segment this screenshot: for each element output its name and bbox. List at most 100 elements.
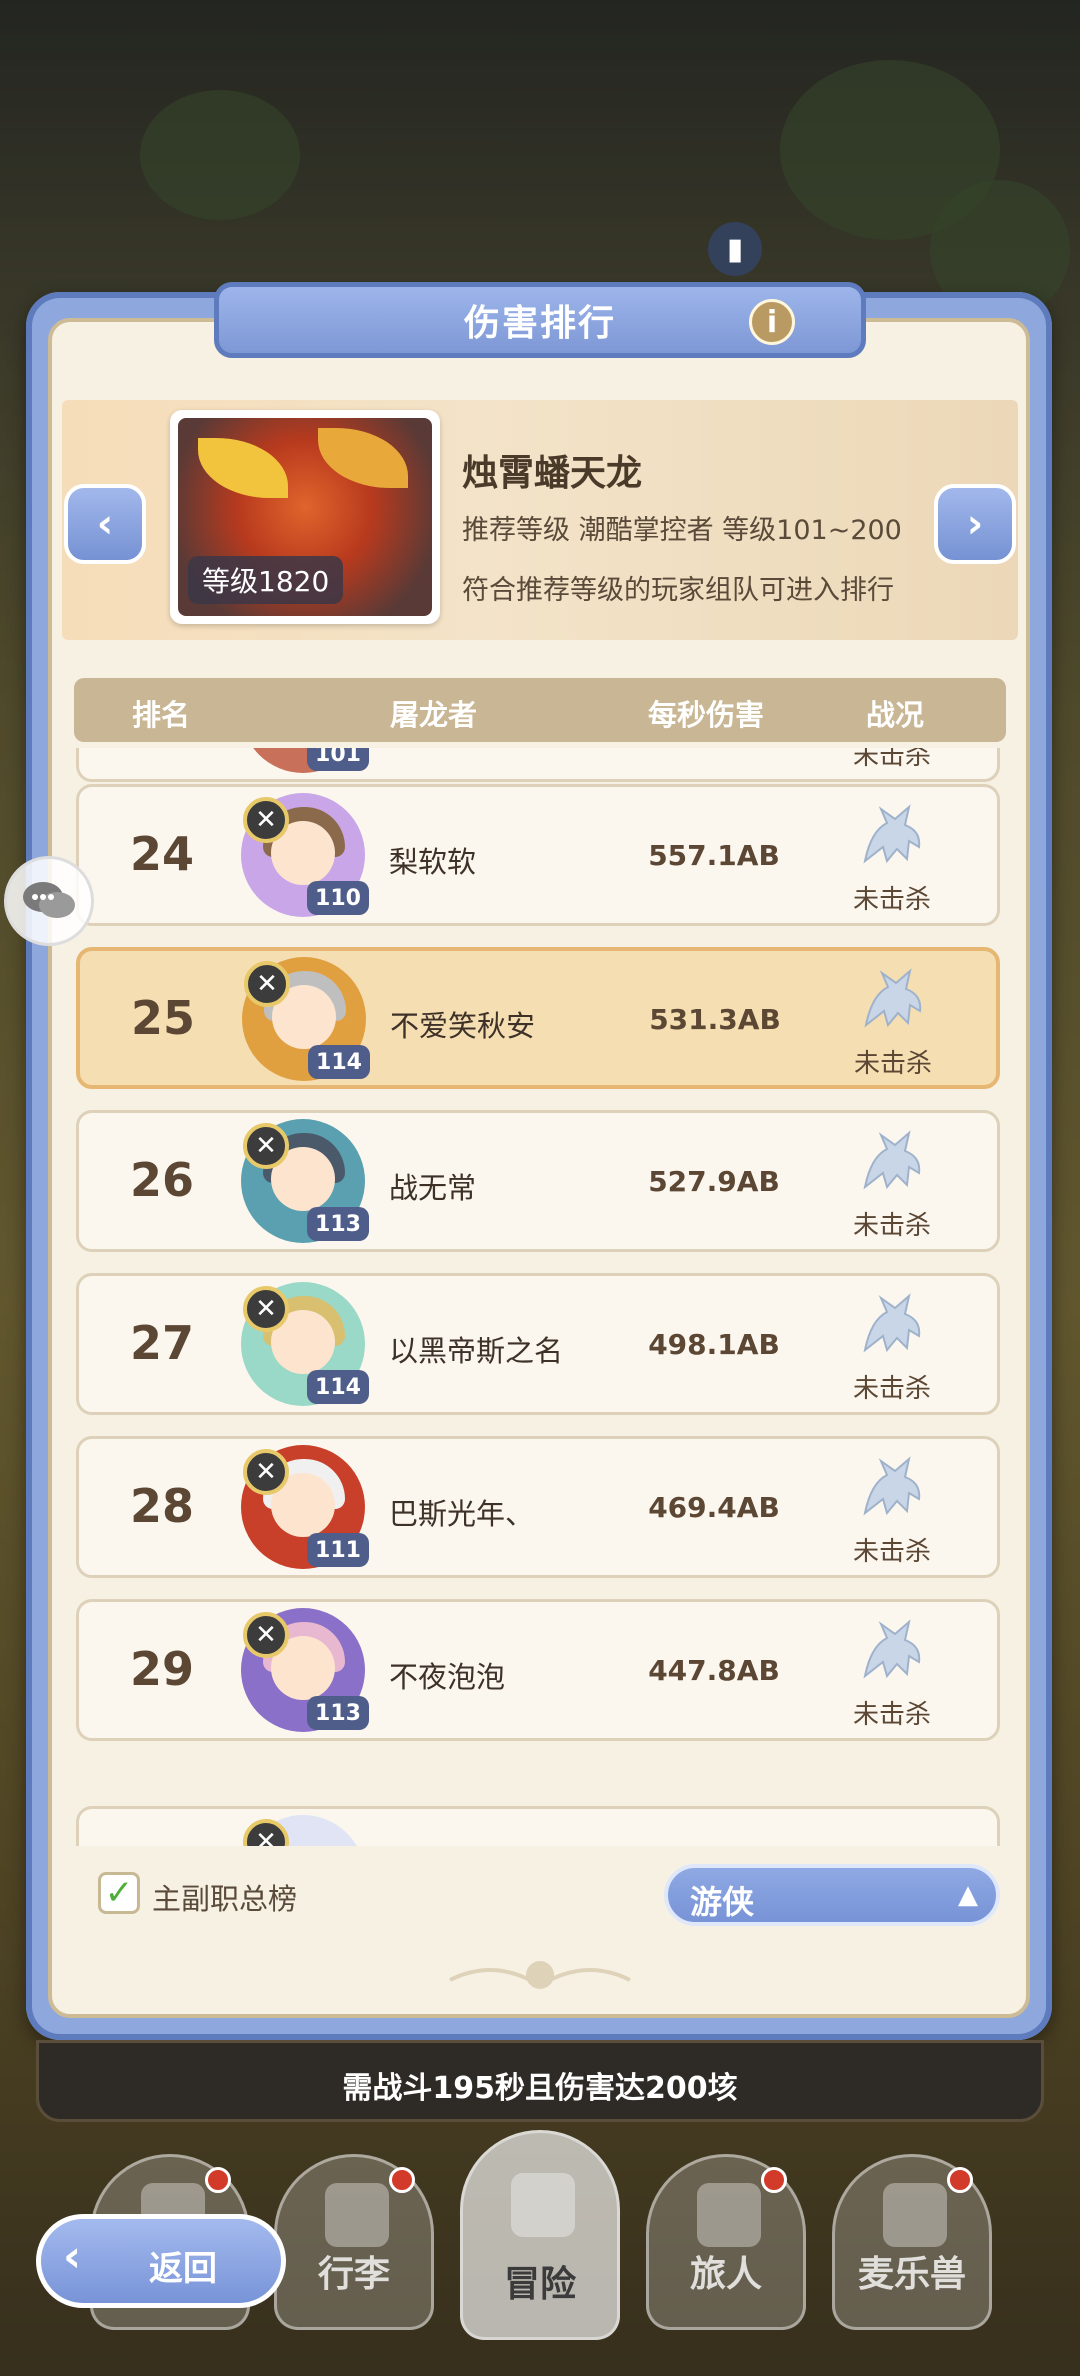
sword-icon: ✕ <box>243 1449 289 1495</box>
sword-icon: ✕ <box>243 1612 289 1658</box>
level-badge: 111 <box>307 1533 369 1567</box>
sword-icon: ✕ <box>243 797 289 843</box>
back-label: 返回 <box>149 2249 217 2289</box>
tab-pets[interactable]: 麦乐兽 <box>832 2154 992 2330</box>
player-name: 巴斯光年、 <box>389 1497 535 1531</box>
back-arrow-icon: ‹ <box>63 2231 82 2282</box>
table-row[interactable]: 25 ✕ 114 不爱笑秋安 531.3AB 未击杀 <box>76 947 1000 1089</box>
chevron-right-icon: › <box>966 501 984 547</box>
rank-number: 29 <box>129 1642 194 1696</box>
kill-status: 未击杀 <box>852 1374 931 1404</box>
notification-dot <box>947 2167 973 2193</box>
checkbox-label: 主副职总榜 <box>152 1882 298 1916</box>
table-row[interactable]: 29 ✕ 113 不夜泡泡 447.8AB 未击杀 <box>76 1599 1000 1741</box>
rank-number: 26 <box>129 1153 194 1207</box>
player-name: 不夜泡泡 <box>389 1660 506 1694</box>
next-boss-button[interactable]: › <box>934 484 1016 564</box>
table-row-partial[interactable]: 101 未击杀 <box>76 748 1000 782</box>
damage-per-second: 531.3AB <box>649 1003 781 1036</box>
tab-luggage[interactable]: 行李 <box>274 2154 434 2330</box>
prev-boss-button[interactable]: ‹ <box>64 484 146 564</box>
sword-icon: ✕ <box>244 961 290 1007</box>
kill-status: 未击杀 <box>852 1537 931 1567</box>
info-icon[interactable]: i <box>749 299 795 345</box>
header-status: 战况 <box>866 698 925 732</box>
dragon-icon <box>857 1453 927 1519</box>
dragon-image: 等级1820 <box>178 418 432 616</box>
table-row[interactable]: 26 ✕ 113 战无常 527.9AB 未击杀 <box>76 1110 1000 1252</box>
rank-number: 25 <box>130 991 195 1045</box>
boss-recommend: 推荐等级 潮酷掌控者 等级101~200 <box>462 515 902 546</box>
traveler-icon <box>697 2183 761 2247</box>
table-row[interactable]: 27 ✕ 114 以黑帝斯之名 498.1AB 未击杀 <box>76 1273 1000 1415</box>
dragon-icon <box>857 1616 927 1682</box>
ornament-icon <box>449 1961 631 1989</box>
rank-number: 24 <box>129 827 194 881</box>
player-name: 战无常 <box>389 1171 477 1205</box>
chat-bubble-icon[interactable] <box>4 856 94 946</box>
notification-dot <box>761 2167 787 2193</box>
requirement-text: 需战斗195秒且伤害达200垓 <box>342 2071 738 2106</box>
boss-name: 烛霄蟠天龙 <box>462 453 643 494</box>
player-name: 以黑帝斯之名 <box>389 1334 564 1368</box>
tab-label: 麦乐兽 <box>857 2254 966 2295</box>
kill-status: 未击杀 <box>852 1211 931 1241</box>
sword-icon: ✕ <box>243 1286 289 1332</box>
dragon-icon <box>857 1290 927 1356</box>
level-badge: 113 <box>307 1696 369 1730</box>
table-row[interactable]: 24 ✕ 110 梨软软 557.1AB 未击杀 <box>76 784 1000 926</box>
back-button[interactable]: ‹ 返回 <box>36 2214 286 2308</box>
pet-icon <box>883 2183 947 2247</box>
kill-status: 未击杀 <box>852 748 931 771</box>
book-icon[interactable]: ▮ <box>708 222 762 276</box>
damage-per-second: 498.1AB <box>648 1328 780 1361</box>
tab-traveler[interactable]: 旅人 <box>646 2154 806 2330</box>
player-name: 梨软软 <box>389 845 477 879</box>
level-badge: 114 <box>308 1045 370 1079</box>
dragon-icon <box>857 1127 927 1193</box>
dragon-icon <box>858 965 928 1031</box>
requirement-bar: 需战斗195秒且伤害达200垓 <box>36 2040 1044 2122</box>
kill-status: 未击杀 <box>853 1049 932 1079</box>
backpack-icon <box>325 2183 389 2247</box>
damage-per-second: 557.1AB <box>648 839 780 872</box>
chevron-left-icon: ‹ <box>96 501 114 547</box>
damage-per-second: 527.9AB <box>648 1165 780 1198</box>
table-header: 排名 屠龙者 每秒伤害 战况 <box>74 678 1006 742</box>
panel-title-tab: 伤害排行 i <box>214 282 866 358</box>
player-name: 不爱笑秋安 <box>390 1009 536 1043</box>
table-row[interactable]: 28 ✕ 111 巴斯光年、 469.4AB 未击杀 <box>76 1436 1000 1578</box>
boss-portrait: 等级1820 <box>170 410 440 624</box>
rank-number: 28 <box>129 1479 194 1533</box>
class-select-value: 游侠 <box>690 1883 755 1921</box>
level-badge: 113 <box>307 1207 369 1241</box>
main-sub-total-checkbox[interactable]: ✓ <box>98 1872 140 1914</box>
ranking-list[interactable]: 101 未击杀 24 ✕ 110 梨软软 557.1AB 未击杀 25 ✕ 114 不爱笑秋安 53… <box>74 748 1006 1846</box>
caret-up-icon: ▲ <box>958 1880 978 1910</box>
header-rank: 排名 <box>132 698 191 732</box>
sword-icon: ✕ <box>243 1123 289 1169</box>
header-dps: 每秒伤害 <box>648 698 765 732</box>
damage-per-second: 447.8AB <box>648 1654 780 1687</box>
tab-adventure[interactable]: 冒险 <box>460 2130 620 2340</box>
damage-per-second: 469.4AB <box>648 1491 780 1524</box>
kill-status: 未击杀 <box>852 1700 931 1730</box>
boss-level-badge: 等级1820 <box>188 556 344 604</box>
level-badge: 101 <box>307 748 369 771</box>
level-badge: 114 <box>307 1370 369 1404</box>
table-row-partial-bottom[interactable]: ✕ <box>76 1806 1000 1846</box>
header-player: 屠龙者 <box>390 698 478 732</box>
class-select-dropdown[interactable]: 游侠 ▲ <box>664 1864 1000 1926</box>
notification-dot <box>389 2167 415 2193</box>
tab-label: 冒险 <box>503 2264 576 2305</box>
level-badge: 110 <box>307 881 369 915</box>
dragon-icon <box>857 801 927 867</box>
tab-label: 旅人 <box>689 2254 762 2295</box>
rank-number: 27 <box>129 1316 194 1370</box>
boss-note: 符合推荐等级的玩家组队可进入排行 <box>462 575 894 606</box>
kill-status: 未击杀 <box>852 885 931 915</box>
notification-dot <box>205 2167 231 2193</box>
tab-label: 行李 <box>317 2254 390 2295</box>
panel-title: 伤害排行 <box>463 303 616 344</box>
crossed-swords-icon <box>511 2173 575 2237</box>
